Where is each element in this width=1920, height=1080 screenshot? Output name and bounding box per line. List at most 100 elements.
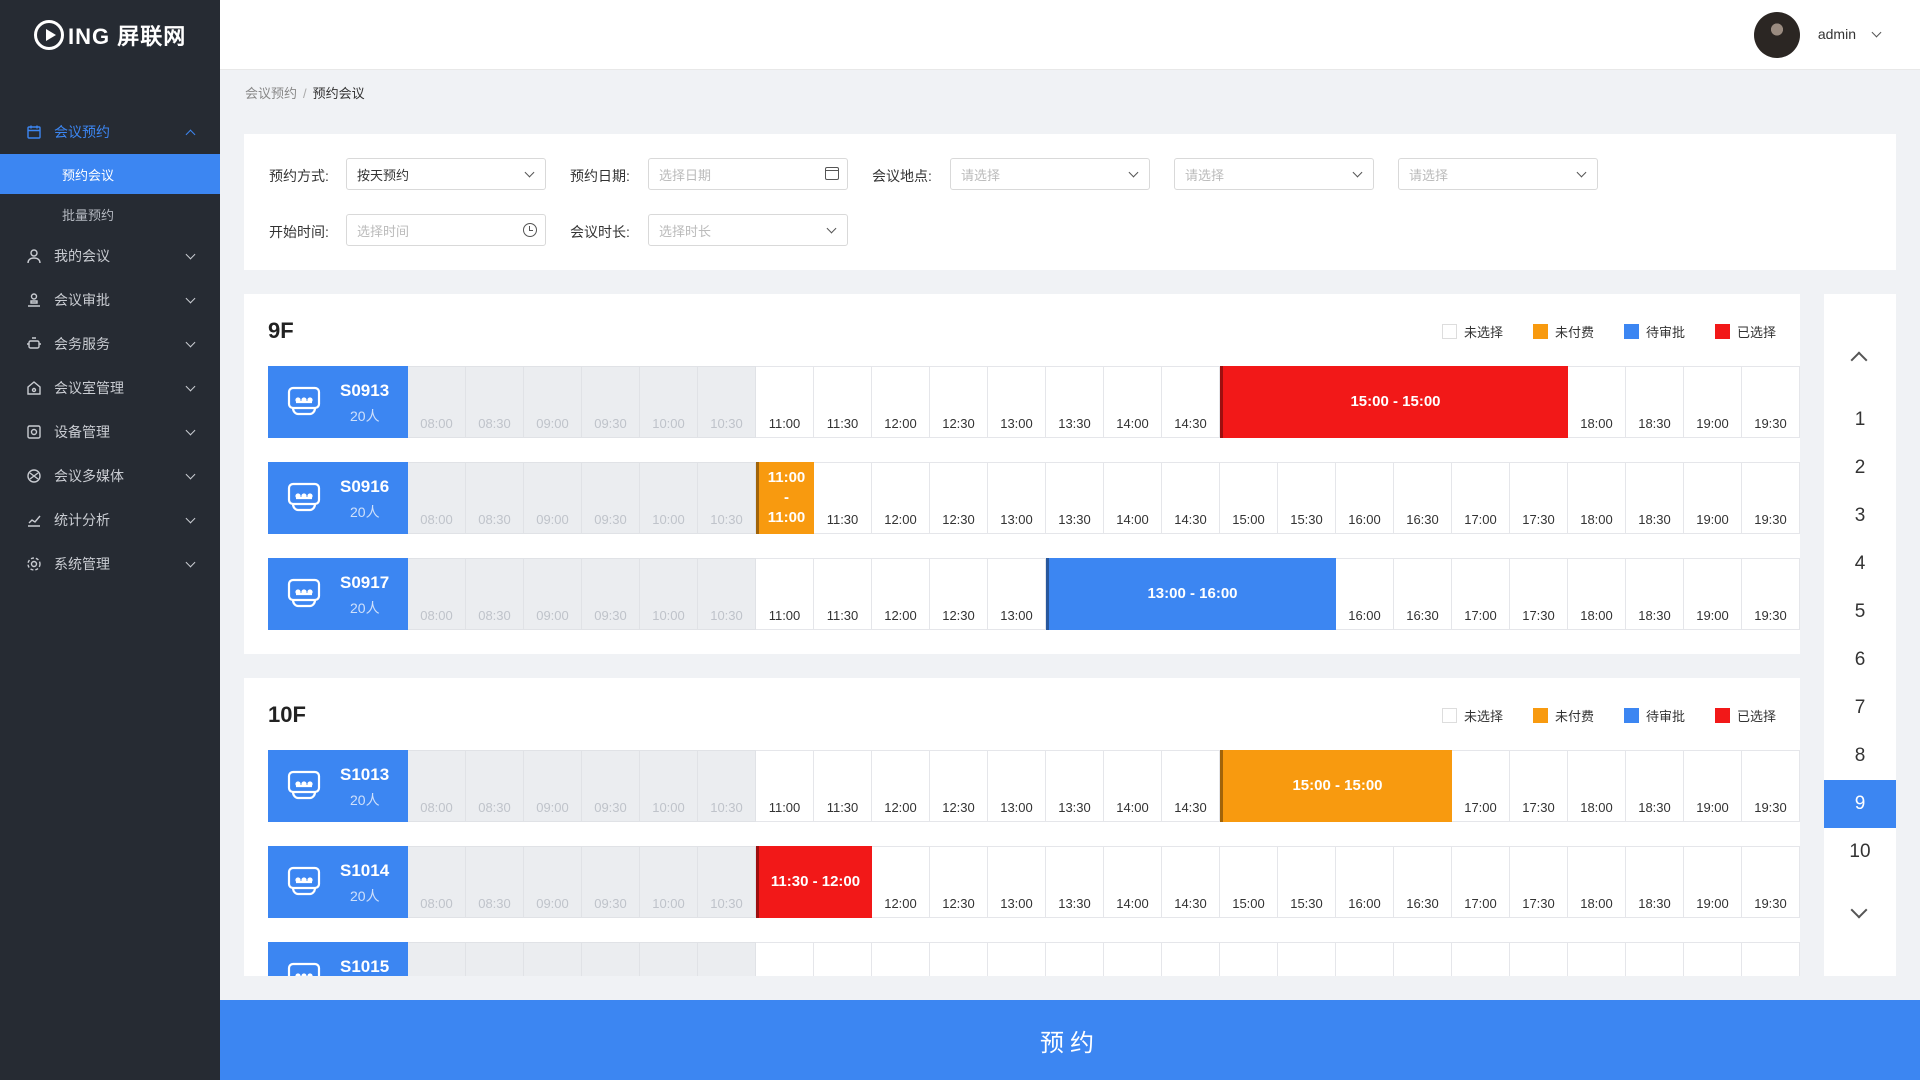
location-select-building[interactable]: 请选择	[950, 158, 1150, 190]
sidebar-item[interactable]: 我的会议	[0, 234, 220, 278]
time-slot[interactable]: 18:30	[1626, 750, 1684, 822]
sidebar-item[interactable]: 会议预约	[0, 110, 220, 154]
page-number[interactable]: 1	[1824, 396, 1896, 444]
booking-block[interactable]: 13:00 - 16:00	[1046, 558, 1336, 630]
time-slot[interactable]: 19:00	[1684, 558, 1742, 630]
time-slot[interactable]: 16:00	[1336, 942, 1394, 976]
time-slot[interactable]: 17:30	[1510, 750, 1568, 822]
time-slot[interactable]: 19:00	[1684, 750, 1742, 822]
time-slot[interactable]: 14:30	[1162, 462, 1220, 534]
sidebar-item[interactable]: 统计分析	[0, 498, 220, 542]
time-slot[interactable]: 11:00	[756, 366, 814, 438]
time-slot[interactable]: 14:30	[1162, 942, 1220, 976]
time-slot[interactable]: 15:30	[1278, 462, 1336, 534]
time-slot[interactable]: 12:00	[872, 462, 930, 534]
avatar[interactable]	[1754, 12, 1800, 58]
time-slot[interactable]: 18:00	[1568, 942, 1626, 976]
breadcrumb-parent[interactable]: 会议预约	[245, 86, 297, 101]
time-slot[interactable]: 11:00	[756, 750, 814, 822]
time-slot[interactable]: 16:00	[1336, 462, 1394, 534]
time-slot[interactable]: 19:00	[1684, 366, 1742, 438]
book-submit-button[interactable]: 预约	[220, 1000, 1920, 1080]
time-slot[interactable]: 14:00	[1104, 750, 1162, 822]
sidebar-subitem[interactable]: 预约会议	[0, 154, 220, 194]
time-slot[interactable]: 12:00	[872, 750, 930, 822]
page-number[interactable]: 7	[1824, 684, 1896, 732]
time-slot[interactable]: 19:00	[1684, 942, 1742, 976]
page-number[interactable]: 3	[1824, 492, 1896, 540]
time-slot[interactable]: 19:00	[1684, 462, 1742, 534]
time-slot[interactable]: 12:30	[930, 942, 988, 976]
mode-select[interactable]: 按天预约	[346, 158, 546, 190]
time-slot[interactable]: 16:30	[1394, 846, 1452, 918]
time-slot[interactable]: 15:30	[1278, 942, 1336, 976]
time-slot[interactable]: 17:00	[1452, 942, 1510, 976]
time-slot[interactable]: 13:30	[1046, 462, 1104, 534]
time-slot[interactable]: 13:00	[988, 462, 1046, 534]
page-number[interactable]: 8	[1824, 732, 1896, 780]
time-slot[interactable]: 14:30	[1162, 846, 1220, 918]
time-slot[interactable]: 19:30	[1742, 942, 1800, 976]
time-slot[interactable]: 18:00	[1568, 462, 1626, 534]
time-slot[interactable]: 12:30	[930, 750, 988, 822]
duration-select[interactable]: 选择时长	[648, 214, 848, 246]
time-slot[interactable]: 11:30	[814, 750, 872, 822]
time-slot[interactable]: 19:30	[1742, 558, 1800, 630]
time-slot[interactable]: 11:00	[756, 942, 814, 976]
time-slot[interactable]: 19:30	[1742, 846, 1800, 918]
time-slot[interactable]: 17:00	[1452, 462, 1510, 534]
time-slot[interactable]: 12:00	[872, 942, 930, 976]
page-number[interactable]: 2	[1824, 444, 1896, 492]
time-slot[interactable]: 17:30	[1510, 558, 1568, 630]
chevron-down-icon[interactable]	[1850, 901, 1868, 919]
time-slot[interactable]: 11:30	[814, 942, 872, 976]
time-slot[interactable]: 17:30	[1510, 462, 1568, 534]
time-slot[interactable]: 12:30	[930, 462, 988, 534]
time-slot[interactable]: 15:30	[1278, 846, 1336, 918]
time-slot[interactable]: 18:00	[1568, 846, 1626, 918]
time-slot[interactable]: 16:30	[1394, 942, 1452, 976]
time-slot[interactable]: 13:00	[988, 846, 1046, 918]
time-slot[interactable]: 15:00	[1220, 846, 1278, 918]
sidebar-item[interactable]: 会议审批	[0, 278, 220, 322]
time-slot[interactable]: 12:30	[930, 366, 988, 438]
time-slot[interactable]: 12:00	[872, 366, 930, 438]
time-slot[interactable]: 13:00	[988, 942, 1046, 976]
page-number[interactable]: 5	[1824, 588, 1896, 636]
time-slot[interactable]: 13:30	[1046, 366, 1104, 438]
time-slot[interactable]: 18:30	[1626, 942, 1684, 976]
room-card[interactable]: S1014 20人	[268, 846, 408, 918]
sidebar-item[interactable]: 会务服务	[0, 322, 220, 366]
time-slot[interactable]: 18:30	[1626, 366, 1684, 438]
time-slot[interactable]: 19:30	[1742, 462, 1800, 534]
time-slot[interactable]: 12:30	[930, 846, 988, 918]
sidebar-item[interactable]: 系统管理	[0, 542, 220, 586]
time-slot[interactable]: 13:00	[988, 558, 1046, 630]
room-card[interactable]: S0917 20人	[268, 558, 408, 630]
room-card[interactable]: S0913 20人	[268, 366, 408, 438]
time-slot[interactable]: 18:30	[1626, 558, 1684, 630]
time-slot[interactable]: 19:00	[1684, 846, 1742, 918]
time-slot[interactable]: 15:00	[1220, 942, 1278, 976]
page-number[interactable]: 6	[1824, 636, 1896, 684]
time-slot[interactable]: 13:30	[1046, 942, 1104, 976]
time-slot[interactable]: 11:30	[814, 558, 872, 630]
booking-block[interactable]: 15:00 - 15:00	[1220, 750, 1452, 822]
time-slot[interactable]: 12:00	[872, 558, 930, 630]
time-slot[interactable]: 16:00	[1336, 846, 1394, 918]
time-slot[interactable]: 18:30	[1626, 462, 1684, 534]
time-slot[interactable]: 14:00	[1104, 846, 1162, 918]
page-number[interactable]: 10	[1824, 828, 1896, 876]
time-slot[interactable]: 15:00	[1220, 462, 1278, 534]
chevron-up-icon[interactable]	[1850, 351, 1868, 369]
time-slot[interactable]: 12:00	[872, 846, 930, 918]
time-slot[interactable]: 17:00	[1452, 558, 1510, 630]
time-slot[interactable]: 11:30	[814, 462, 872, 534]
sidebar-item[interactable]: 会议多媒体	[0, 454, 220, 498]
time-slot[interactable]: 17:30	[1510, 846, 1568, 918]
time-slot[interactable]: 18:00	[1568, 366, 1626, 438]
time-slot[interactable]: 13:00	[988, 366, 1046, 438]
time-slot[interactable]: 18:00	[1568, 750, 1626, 822]
time-slot[interactable]: 17:00	[1452, 846, 1510, 918]
sidebar-subitem[interactable]: 批量预约	[0, 194, 220, 234]
